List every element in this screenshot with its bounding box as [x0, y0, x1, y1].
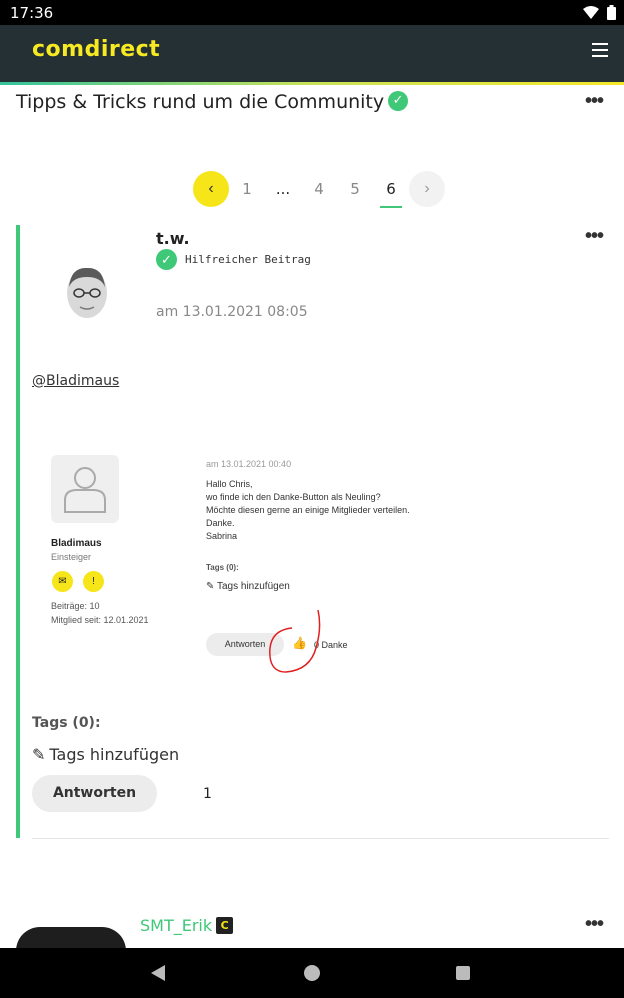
- embedded-line: Sabrina: [206, 531, 238, 541]
- page-6-current[interactable]: 6: [373, 180, 409, 208]
- embedded-badge-icon: !: [83, 571, 104, 592]
- page-1[interactable]: 1: [229, 180, 265, 198]
- kudos-count: 1: [203, 786, 212, 802]
- pencil-icon: ✎: [206, 581, 215, 592]
- page-5[interactable]: 5: [337, 180, 373, 198]
- pagination: ‹ 1 ... 4 5 6 ›: [193, 170, 445, 208]
- page-title-text: Tipps & Tricks rund um die Community: [16, 91, 385, 113]
- add-tags-label: Tags hinzufügen: [49, 745, 180, 764]
- post-author[interactable]: t.w.: [156, 229, 190, 248]
- comdirect-logo[interactable]: comdirect: [32, 37, 160, 62]
- embedded-user-rank: Einsteiger: [51, 552, 92, 562]
- embedded-user-name: Bladimaus: [51, 538, 102, 549]
- page-4[interactable]: 4: [301, 180, 337, 198]
- post-divider: [32, 838, 609, 839]
- embedded-add-tags: ✎ Tags hinzufügen: [206, 581, 290, 592]
- page-ellipsis: ...: [275, 180, 291, 198]
- app-header: comdirect: [0, 25, 624, 84]
- embedded-line: Möchte diesen gerne an einige Mitglieder…: [206, 505, 410, 515]
- helpful-check-icon: ✓: [156, 249, 177, 270]
- embedded-badge-icon: ✉: [52, 571, 73, 592]
- embedded-date: am 13.01.2021 00:40: [206, 459, 292, 469]
- page-title: Tipps & Tricks rund um die Community ✓: [16, 90, 409, 113]
- next-post-author[interactable]: SMT_Erik C: [140, 916, 234, 935]
- embedded-line: wo finde ich den Danke-Button als Neulin…: [206, 492, 381, 502]
- embedded-tags: Tags (0):: [206, 563, 239, 572]
- battery-icon: [607, 5, 616, 20]
- embedded-line: Hallo Chris,: [206, 479, 253, 489]
- solved-check-icon: ✓: [388, 90, 409, 111]
- helpful-label: Hilfreicher Beitrag: [185, 253, 311, 266]
- staff-badge-icon: C: [216, 917, 234, 934]
- reply-button[interactable]: Antworten: [32, 775, 157, 812]
- embedded-member-since: Mitglied seit: 12.01.2021: [51, 615, 149, 625]
- prev-page-button[interactable]: ‹: [193, 171, 229, 207]
- back-icon[interactable]: [151, 965, 165, 981]
- user-placeholder-icon: [64, 467, 106, 513]
- tags-label: Tags (0):: [32, 715, 101, 731]
- home-icon[interactable]: [304, 965, 320, 981]
- status-bar: 17:36: [0, 0, 624, 25]
- menu-icon[interactable]: [592, 43, 608, 57]
- embedded-post-count: Beiträge: 10: [51, 601, 100, 611]
- pencil-icon: ✎: [32, 745, 46, 764]
- embedded-body: Hallo Chris, wo finde ich den Danke-Butt…: [206, 478, 410, 543]
- red-circle-annotation: [269, 609, 321, 673]
- user-avatar[interactable]: [63, 265, 111, 321]
- system-nav-bar: [0, 948, 624, 998]
- next-page-button[interactable]: ›: [409, 171, 445, 207]
- post-options-icon[interactable]: •••: [585, 225, 604, 248]
- header-accent-line: [0, 82, 624, 85]
- add-tags-link[interactable]: ✎ Tags hinzufügen: [32, 745, 179, 764]
- embedded-line: Danke.: [206, 518, 235, 528]
- embedded-avatar: [51, 455, 119, 523]
- next-post-options-icon[interactable]: •••: [585, 913, 604, 936]
- recent-apps-icon[interactable]: [456, 966, 470, 980]
- embedded-add-tags-label: Tags hinzufügen: [217, 581, 290, 592]
- next-post-author-name: SMT_Erik: [140, 916, 213, 935]
- mention-link[interactable]: @Bladimaus: [32, 373, 119, 389]
- accepted-solution-bar: [16, 225, 20, 838]
- wifi-icon: [583, 5, 599, 19]
- status-time: 17:36: [10, 4, 54, 22]
- post-date: am 13.01.2021 08:05: [156, 304, 308, 320]
- helpful-badge: ✓ Hilfreicher Beitrag: [156, 249, 311, 270]
- topic-options-icon[interactable]: •••: [585, 90, 604, 113]
